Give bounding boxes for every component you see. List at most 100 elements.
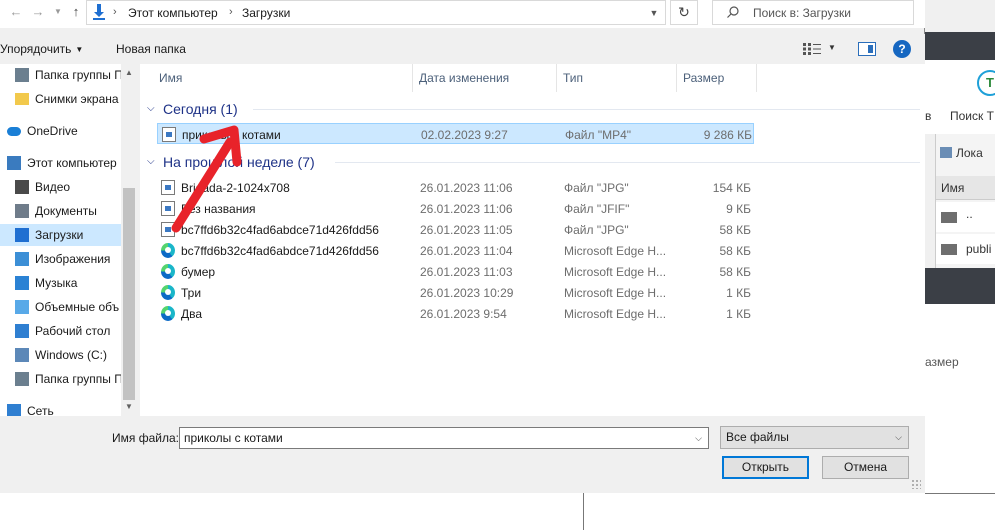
- column-header-size[interactable]: Размер: [677, 64, 757, 92]
- organize-button[interactable]: Упорядочить ▼: [0, 42, 83, 56]
- edge-file-icon: [161, 306, 175, 321]
- forward-arrow-icon[interactable]: →: [28, 3, 48, 21]
- file-row[interactable]: Два 26.01.2023 9:54 Microsoft Edge H... 1 К…: [157, 303, 754, 324]
- chevron-down-icon: ▼: [75, 45, 84, 54]
- background-location[interactable]: Лока: [940, 146, 983, 160]
- file-name: Без названия: [181, 202, 256, 216]
- scrollbar-thumb[interactable]: [123, 188, 135, 400]
- folder-icon: [941, 212, 957, 223]
- sidebar-item[interactable]: Документы: [0, 200, 121, 222]
- preview-pane-icon[interactable]: [858, 42, 876, 56]
- view-options-icon[interactable]: [803, 43, 821, 55]
- edge-file-icon: [161, 285, 175, 300]
- sidebar-item-label: Объемные объ: [35, 300, 120, 314]
- file-date: 26.01.2023 9:54: [420, 307, 507, 321]
- computer-icon: [7, 156, 21, 170]
- sidebar-item[interactable]: Снимки экрана: [0, 88, 121, 110]
- sidebar-item[interactable]: Папка группы П: [0, 64, 121, 86]
- file-type: Microsoft Edge H...: [564, 307, 667, 321]
- sidebar-item[interactable]: Музыка: [0, 272, 121, 294]
- sidebar-item-label: Windows (C:): [35, 348, 108, 362]
- breadcrumb-this-pc[interactable]: Этот компьютер: [128, 6, 218, 20]
- background-size-column: азмер: [925, 355, 959, 369]
- file-name: Brigada-2-1024x708: [181, 181, 290, 195]
- sidebar-item[interactable]: Сеть: [0, 400, 121, 416]
- chevron-down-icon: ⌵: [147, 103, 155, 114]
- file-icon: [161, 222, 175, 237]
- sidebar-item[interactable]: Рабочий стол: [0, 320, 121, 342]
- background-search-label[interactable]: Поиск T: [950, 109, 994, 123]
- file-row[interactable]: bc7ffd6b32c4fad6abdce71d426fdd56 26.01.20…: [157, 219, 754, 240]
- sidebar-item[interactable]: Этот компьютер: [0, 152, 121, 174]
- file-name: Два: [181, 307, 203, 321]
- file-row[interactable]: приколы с котами 02.02.2023 9:27 Файл "MP4…: [157, 123, 754, 144]
- column-header-type[interactable]: Тип: [557, 64, 677, 92]
- documents-icon: [15, 204, 29, 218]
- file-type: Microsoft Edge H...: [564, 286, 667, 300]
- breadcrumb-downloads[interactable]: Загрузки: [242, 6, 290, 20]
- file-icon: [161, 180, 175, 195]
- help-icon[interactable]: ?: [893, 40, 911, 58]
- file-name: bc7ffd6b32c4fad6abdce71d426fdd56: [181, 244, 379, 258]
- column-header-date[interactable]: Дата изменения: [413, 64, 557, 92]
- sidebar-item[interactable]: Изображения: [0, 248, 121, 270]
- scroll-down-icon[interactable]: ▼: [125, 402, 133, 411]
- chevron-down-icon: ⌵: [147, 156, 155, 167]
- up-arrow-icon[interactable]: ↑: [66, 3, 86, 21]
- scroll-up-icon[interactable]: ▲: [125, 68, 133, 77]
- sidebar-item[interactable]: OneDrive: [0, 120, 121, 142]
- file-size: 154 КБ: [712, 181, 751, 195]
- file-row[interactable]: Три 26.01.2023 10:29 Microsoft Edge H... 1 …: [157, 282, 754, 303]
- back-arrow-icon[interactable]: ←: [6, 3, 26, 21]
- video-icon: [15, 180, 29, 194]
- sidebar-item[interactable]: Папка группы П: [0, 368, 121, 390]
- sidebar-item-label: Сеть: [27, 404, 54, 416]
- sidebar-item[interactable]: Видео: [0, 176, 121, 198]
- chevron-right-icon[interactable]: ›: [229, 6, 233, 18]
- network-folder-icon: [15, 68, 29, 82]
- sidebar-item[interactable]: Windows (C:): [0, 344, 121, 366]
- sidebar-item-label: Загрузки: [35, 228, 84, 242]
- command-toolbar: Упорядочить ▼ Новая папка ▼ ?: [0, 34, 925, 64]
- refresh-icon[interactable]: ↻: [670, 0, 698, 25]
- group-header-last-week[interactable]: ⌵ На прошлой неделе (7): [145, 152, 920, 172]
- background-row-parent[interactable]: ..: [936, 202, 995, 232]
- file-icon: [161, 201, 175, 216]
- chevron-down-icon[interactable]: ▼: [828, 43, 836, 52]
- column-header-name[interactable]: Имя: [153, 64, 413, 92]
- sidebar-item[interactable]: Загрузки: [0, 224, 121, 246]
- sidebar-item-label: Этот компьютер: [27, 156, 117, 170]
- chevron-down-icon[interactable]: ▼: [646, 4, 662, 22]
- file-row[interactable]: Без названия 26.01.2023 11:06 Файл "JFIF" 9…: [157, 198, 754, 219]
- file-row[interactable]: bc7ffd6b32c4fad6abdce71d426fdd56 26.01.20…: [157, 240, 754, 261]
- cancel-button[interactable]: Отмена: [822, 456, 909, 479]
- background-app-window: T в Поиск T Лока Имя .. publi азмер: [925, 0, 995, 530]
- background-column-header[interactable]: Имя: [936, 176, 995, 200]
- search-input[interactable]: Поиск в: Загрузки: [712, 0, 914, 25]
- background-file-panel: Лока Имя .. publi: [935, 134, 995, 268]
- sidebar-item[interactable]: Объемные объ: [0, 296, 121, 318]
- navigation-scrollbar[interactable]: ▲ ▼: [121, 64, 137, 416]
- filetype-select[interactable]: Все файлы ⌵: [720, 426, 909, 449]
- folder-icon: [15, 93, 29, 105]
- filename-input[interactable]: приколы с котами ⌵: [179, 427, 709, 449]
- new-folder-button[interactable]: Новая папка: [116, 42, 186, 56]
- file-row[interactable]: бумер 26.01.2023 11:03 Microsoft Edge H...…: [157, 261, 754, 282]
- edge-file-icon: [161, 243, 175, 258]
- resize-grip-icon[interactable]: [911, 479, 921, 489]
- file-size: 1 КБ: [726, 307, 751, 321]
- background-row-public[interactable]: publi: [936, 234, 995, 264]
- address-bar[interactable]: › Этот компьютер › Загрузки ▼: [86, 0, 666, 25]
- dialog-footer: Имя файла: приколы с котами ⌵ Все файлы …: [0, 416, 925, 493]
- chevron-right-icon[interactable]: ›: [113, 6, 117, 18]
- recent-locations-chevron-icon[interactable]: ▼: [48, 3, 68, 21]
- file-row[interactable]: Brigada-2-1024x708 26.01.2023 11:06 Файл "…: [157, 177, 754, 198]
- file-size: 9 286 КБ: [703, 128, 752, 142]
- open-button[interactable]: Открыть: [722, 456, 809, 479]
- drive-icon: [15, 348, 29, 362]
- group-header-today[interactable]: ⌵ Сегодня (1): [145, 99, 920, 119]
- chevron-down-icon[interactable]: ⌵: [695, 428, 702, 448]
- chevron-down-icon: ⌵: [895, 432, 902, 442]
- sidebar-item-label: Рабочий стол: [35, 324, 111, 338]
- background-toolbar-fragment: в: [925, 109, 932, 123]
